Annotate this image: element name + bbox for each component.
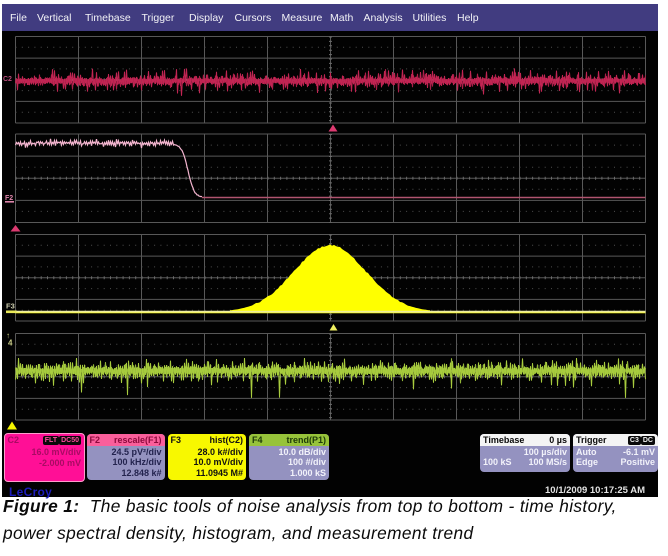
svg-text:C2: C2 <box>3 76 12 83</box>
svg-text:4: 4 <box>8 339 13 348</box>
svg-text:F3: F3 <box>6 302 15 311</box>
svg-text:F2: F2 <box>5 195 13 202</box>
